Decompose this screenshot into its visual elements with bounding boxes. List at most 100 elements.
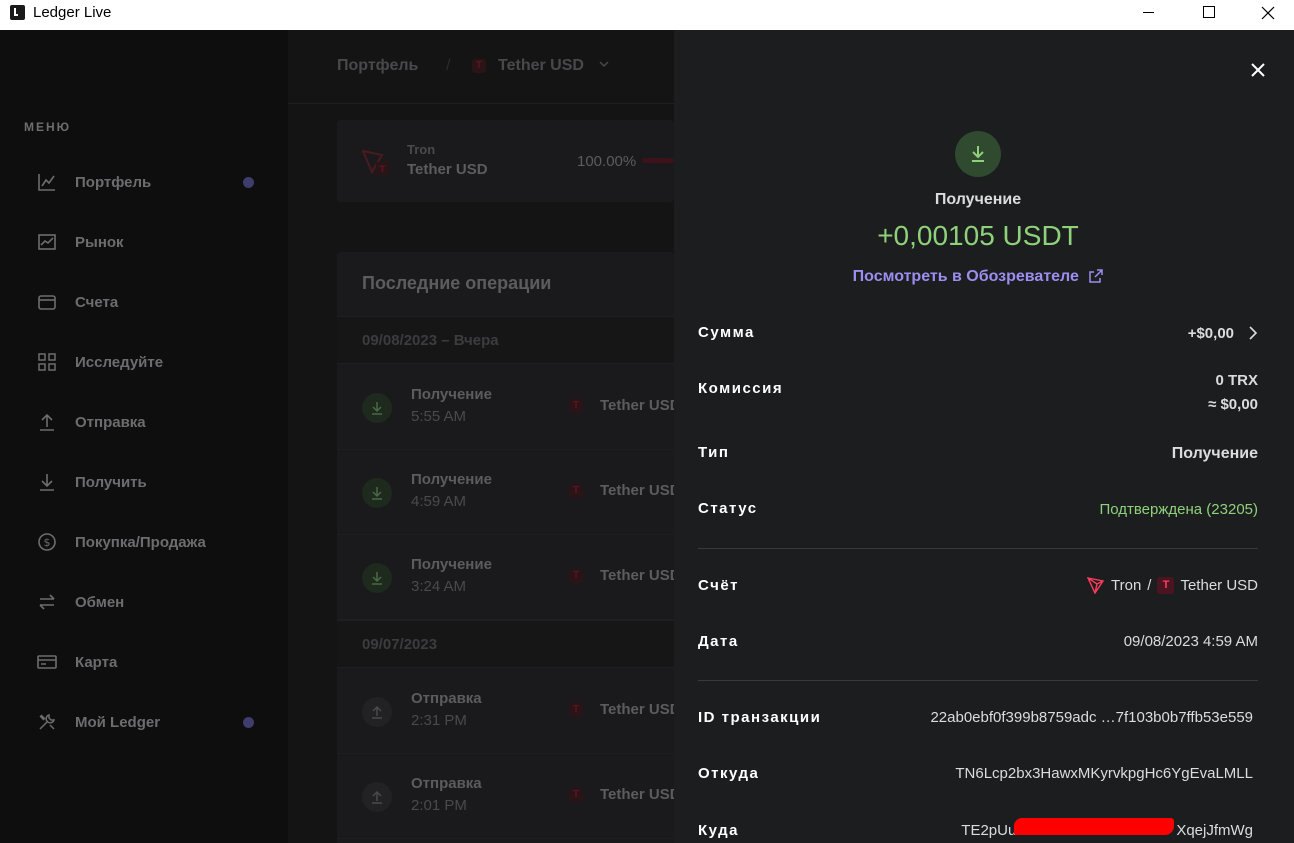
receive-icon xyxy=(362,563,392,593)
minimize-button[interactable] xyxy=(1120,0,1178,30)
sidebar-item-label: Отправка xyxy=(75,413,146,431)
arrow-up-icon xyxy=(36,411,58,433)
maximize-button[interactable] xyxy=(1180,0,1238,30)
sidebar-item-receive[interactable]: Получить xyxy=(36,470,266,494)
operation-amount: +0,00105 USDT xyxy=(877,220,1079,251)
chevron-down-icon xyxy=(599,61,609,68)
sidebar-item-label: Рынок xyxy=(75,233,124,251)
chevron-right-icon xyxy=(1249,326,1258,340)
amount-fiat-value: +$0,00 xyxy=(1187,325,1234,342)
operation-row[interactable]: Отправка 2:01 PM T Tether USD xyxy=(337,754,674,839)
date-label: 09/07/2023 xyxy=(362,636,438,653)
sidebar-item-accounts[interactable]: Счета xyxy=(36,290,266,314)
operation-type-title: Получение xyxy=(934,191,1022,208)
account-network: Tron xyxy=(407,142,436,157)
sidebar-item-my-ledger[interactable]: Мой Ledger xyxy=(36,710,266,734)
breadcrumb-asset[interactable]: Tether USD xyxy=(498,57,610,75)
to-address-start: TE2pUu xyxy=(961,822,1017,839)
account-value[interactable]: Tron / T Tether USD xyxy=(1087,576,1258,594)
window-close-button[interactable] xyxy=(1238,0,1294,30)
window-titlebar: Ledger Live xyxy=(0,0,1294,30)
close-icon xyxy=(1261,6,1275,20)
sidebar-item-label: Карта xyxy=(75,653,118,671)
sidebar-item-label: Исследуйте xyxy=(75,353,164,371)
account-card[interactable]: T Tron Tether USD 100.00% xyxy=(337,120,674,202)
sidebar-item-card[interactable]: Карта xyxy=(36,650,266,674)
status-label: Статус xyxy=(698,500,758,517)
arrow-down-icon xyxy=(36,471,58,493)
view-in-explorer-link[interactable]: Посмотреть в Обозревателе xyxy=(674,268,1282,286)
sidebar-item-label: Портфель xyxy=(75,173,152,191)
tether-icon: T xyxy=(569,484,583,498)
close-icon xyxy=(1251,63,1265,77)
status-value: Подтверждена (23205) xyxy=(1099,501,1258,518)
operation-time: 3:24 AM xyxy=(411,578,467,595)
receive-icon xyxy=(955,131,1001,177)
operation-asset: Tether USD xyxy=(600,397,674,414)
main-content: Портфель / T Tether USD T Tron Tether US… xyxy=(288,30,674,843)
sidebar-item-swap[interactable]: Обмен xyxy=(36,590,266,614)
external-link-icon xyxy=(1089,269,1104,283)
dollar-icon: $ xyxy=(36,531,58,553)
date-label: Дата xyxy=(698,633,739,650)
txid-value[interactable]: 22ab0ebf0f399b8759adc …7f103b0b7ffb53e55… xyxy=(930,709,1253,726)
breadcrumb-separator: / xyxy=(446,57,451,74)
operation-time: 5:55 AM xyxy=(411,408,467,425)
breadcrumb-portfolio[interactable]: Портфель xyxy=(337,57,418,75)
market-icon xyxy=(36,231,58,253)
notification-dot xyxy=(243,177,254,188)
page-header: Портфель / T Tether USD xyxy=(288,30,674,104)
operation-time: 2:01 PM xyxy=(411,797,467,814)
ledger-app-icon xyxy=(10,5,25,20)
account-separator: / xyxy=(1147,576,1152,594)
divider xyxy=(698,548,1258,549)
sidebar-item-market[interactable]: Рынок xyxy=(36,230,266,254)
sidebar-item-label: Мой Ledger xyxy=(75,713,161,731)
amount-label: Сумма xyxy=(698,324,755,341)
tron-icon xyxy=(1087,577,1105,594)
operation-type: Получение xyxy=(411,556,492,573)
sidebar-item-discover[interactable]: Исследуйте xyxy=(36,350,266,374)
send-icon xyxy=(362,782,392,812)
sidebar-item-portfolio[interactable]: Портфель xyxy=(36,170,266,194)
explorer-link-label: Посмотреть в Обозревателе xyxy=(852,268,1079,285)
txid-label: ID транзакции xyxy=(698,709,822,726)
amount-value-row[interactable]: +$0,00 xyxy=(1188,325,1258,342)
operation-row[interactable]: Получение 3:24 AM T Tether USD xyxy=(337,535,674,620)
account-name: Tether USD xyxy=(1180,576,1258,594)
type-label: Тип xyxy=(698,444,730,461)
redaction-mark xyxy=(1014,818,1174,835)
operation-row[interactable]: Отправка 2:31 PM T Tether USD xyxy=(337,669,674,754)
date-label: 09/08/2023 – Вчера xyxy=(362,332,499,349)
date-group-header: 09/07/2023 xyxy=(337,620,674,668)
operation-asset: Tether USD xyxy=(600,482,674,499)
distribution-bar xyxy=(642,158,674,163)
from-address[interactable]: TN6Lcp2bx3HawxMKyrvkpgHc6YgEvaLMLL xyxy=(955,765,1253,782)
recent-operations: Последние операции 09/08/2023 – Вчера По… xyxy=(337,252,674,843)
menu-title: МЕНЮ xyxy=(24,120,72,134)
drawer-close-button[interactable] xyxy=(1248,60,1268,80)
sidebar-item-label: Счета xyxy=(75,293,119,311)
sidebar-item-send[interactable]: Отправка xyxy=(36,410,266,434)
receive-icon xyxy=(362,478,392,508)
from-label: Откуда xyxy=(698,765,760,782)
sidebar-item-buy-sell[interactable]: $ Покупка/Продажа xyxy=(36,530,266,554)
tether-icon: T xyxy=(569,569,583,583)
operation-row[interactable]: Получение 4:59 AM T Tether USD xyxy=(337,450,674,535)
breadcrumb-asset-label: Tether USD xyxy=(498,57,584,74)
fee-value: 0 TRX xyxy=(1215,372,1258,389)
divider xyxy=(698,680,1258,681)
date-value: 09/08/2023 4:59 AM xyxy=(1123,633,1258,650)
sidebar-item-label: Получить xyxy=(75,473,147,491)
account-label: Счёт xyxy=(698,577,740,594)
tether-icon: T xyxy=(472,59,486,73)
operation-asset: Tether USD xyxy=(600,567,674,584)
card-icon xyxy=(36,651,58,673)
account-name: Tether USD xyxy=(407,161,488,178)
send-icon xyxy=(362,697,392,727)
operation-type: Отправка xyxy=(411,775,482,792)
wallet-icon xyxy=(36,291,58,313)
operation-row[interactable]: Получение 5:55 AM T Tether USD xyxy=(337,365,674,450)
receive-icon xyxy=(362,393,392,423)
window-title: Ledger Live xyxy=(33,4,112,21)
